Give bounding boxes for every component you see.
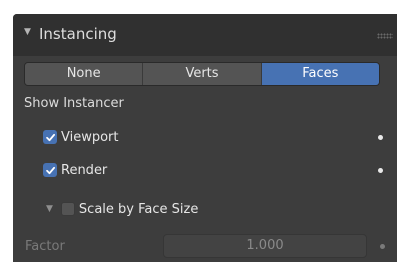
checkmark-icon: [45, 166, 55, 174]
panel-title: Instancing: [39, 25, 117, 43]
factor-field[interactable]: 1.000: [163, 234, 367, 258]
mode-none-button[interactable]: None: [25, 63, 144, 85]
factor-label: Factor: [25, 239, 65, 254]
subpanel-triangle-icon[interactable]: ▼: [46, 204, 53, 214]
render-checkbox[interactable]: [43, 163, 57, 177]
render-label: Render: [61, 162, 108, 178]
factor-decorator-dot-icon[interactable]: [380, 244, 385, 249]
show-instancer-label: Show Instancer: [24, 96, 124, 111]
panel-header[interactable]: ▼ Instancing: [13, 14, 397, 56]
mode-verts-button[interactable]: Verts: [143, 63, 262, 85]
viewport-checkbox-row[interactable]: Viewport: [43, 127, 119, 147]
scale-by-face-size-checkbox[interactable]: [60, 202, 75, 216]
render-checkbox-row[interactable]: Render: [43, 160, 107, 180]
scale-by-face-size-label: Scale by Face Size: [78, 201, 199, 217]
viewport-label: Viewport: [61, 129, 119, 145]
mode-faces-button[interactable]: Faces: [261, 63, 379, 85]
viewport-decorator-dot-icon[interactable]: [378, 135, 383, 140]
viewport-checkbox[interactable]: [43, 130, 57, 144]
instancing-mode-selector: None Verts Faces: [24, 62, 380, 86]
checkmark-icon: [45, 133, 55, 141]
instancing-panel: ▼ Instancing None Verts Faces Show Insta…: [13, 14, 397, 262]
drag-grip-icon[interactable]: [377, 33, 393, 39]
collapse-triangle-icon[interactable]: ▼: [24, 27, 31, 37]
scale-by-face-size-row[interactable]: ▼ Scale by Face Size: [46, 199, 198, 219]
render-decorator-dot-icon[interactable]: [378, 168, 383, 173]
